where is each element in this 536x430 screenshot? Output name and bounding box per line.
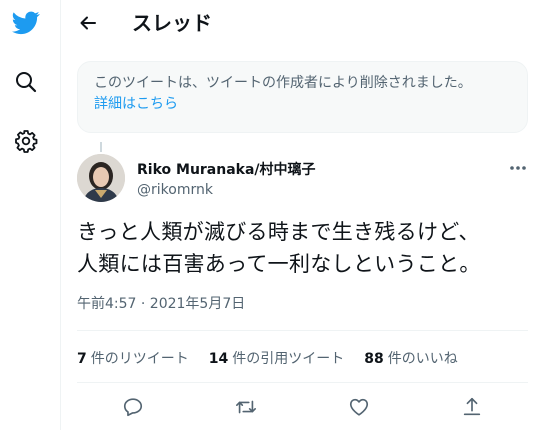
learn-more-link[interactable]: 詳細はこちら	[94, 94, 178, 115]
retweet-icon[interactable]	[229, 390, 263, 424]
reply-icon[interactable]	[116, 390, 150, 424]
deleted-tweet-notice: このツイートは、ツイートの作成者により削除されました。 詳細はこちら	[77, 61, 528, 133]
tweet-text-line: きっと人類が滅びる時まで生き残るけど、	[77, 220, 480, 244]
likes-label: 件のいいね	[387, 351, 458, 367]
quotes-stat[interactable]: 14 件の引用ツイート	[209, 348, 344, 368]
engagement-stats: 7 件のリツイート 14 件の引用ツイート 88 件のいいね	[77, 340, 478, 376]
left-nav	[0, 0, 61, 430]
back-arrow-icon[interactable]	[75, 10, 101, 36]
likes-stat[interactable]: 88 件のいいね	[364, 348, 457, 368]
page-title: スレッド	[132, 11, 212, 35]
divider	[77, 382, 528, 383]
tweet-timestamp[interactable]: 午前4:57 · 2021年5月7日	[77, 294, 245, 314]
gear-icon[interactable]	[11, 126, 41, 156]
quotes-count: 14	[208, 351, 229, 367]
retweets-count: 7	[77, 351, 87, 367]
tweet-text-line: 人類には百害あって一利なしということ。	[77, 252, 481, 276]
search-icon[interactable]	[11, 67, 41, 97]
likes-count: 88	[364, 351, 384, 367]
retweets-label: 件のリツイート	[90, 351, 189, 367]
twitter-logo-icon[interactable]	[11, 8, 41, 38]
more-icon[interactable]	[507, 160, 529, 176]
page-header: スレッド	[61, 0, 536, 46]
thread-connector	[100, 142, 102, 152]
like-icon[interactable]	[342, 390, 376, 424]
retweets-stat[interactable]: 7 件のリツイート	[77, 348, 189, 368]
avatar[interactable]	[77, 154, 125, 202]
tweet-actions	[77, 390, 528, 424]
author-name[interactable]: Riko Muranaka/村中璃子	[137, 160, 316, 180]
main-column: スレッド このツイートは、ツイートの作成者により削除されました。 詳細はこちら …	[61, 0, 536, 430]
divider	[77, 330, 528, 331]
quotes-label: 件の引用ツイート	[232, 351, 345, 367]
author-handle[interactable]: @rikomrnk	[137, 180, 213, 200]
notice-text: このツイートは、ツイートの作成者により削除されました。	[94, 75, 472, 91]
tweet-text: きっと人類が滅びる時まで生き残るけど、 人類には百害あって一利なしということ。	[77, 216, 528, 280]
share-icon[interactable]	[455, 390, 489, 424]
